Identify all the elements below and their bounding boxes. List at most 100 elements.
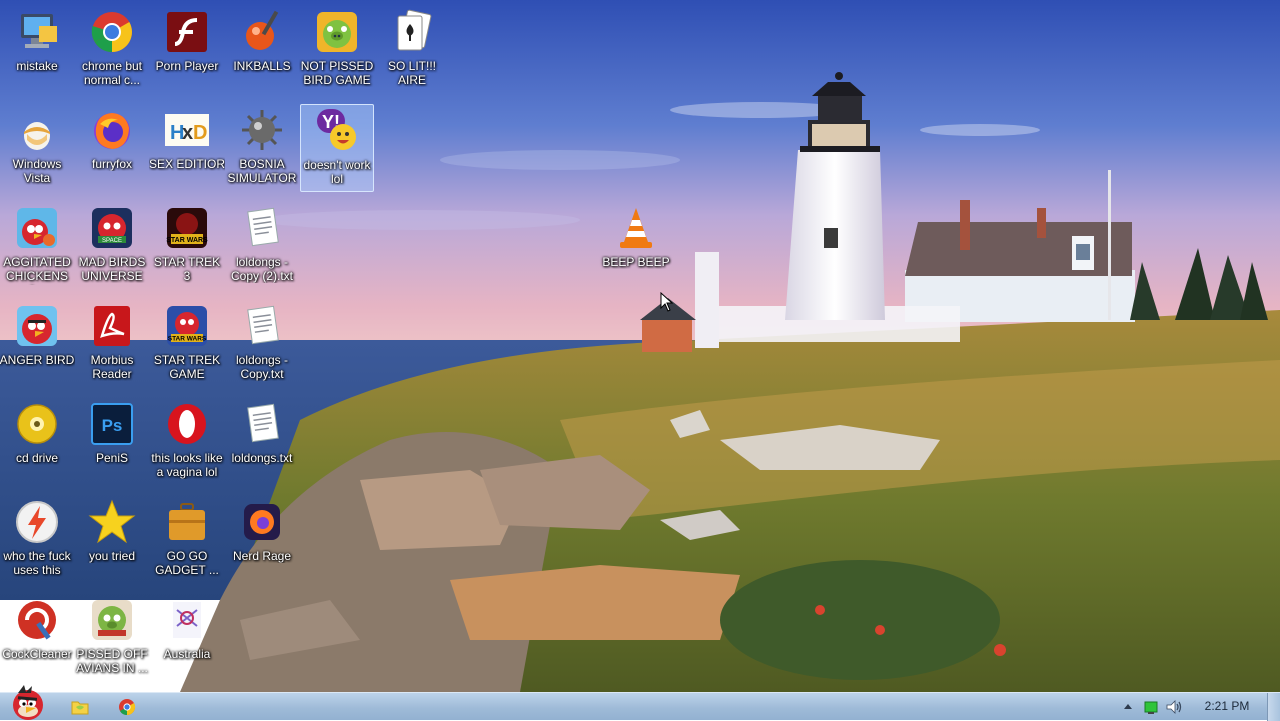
- desktop-icon-doesnt-work-lol[interactable]: Y! doesn't work lol: [300, 104, 374, 192]
- volume-icon[interactable]: [1164, 697, 1184, 717]
- desktop-icon-label: Australia: [163, 647, 211, 661]
- desktop-icon-anger-bird[interactable]: ANGER BIRD: [0, 300, 74, 388]
- desktop-icon-label: loldongs.txt: [231, 451, 293, 465]
- desktop-icon-label: you tried: [88, 549, 136, 563]
- angry-bird-icon: [17, 306, 57, 346]
- desktop-icon-label: SO LIT!!! AIRE: [387, 59, 436, 87]
- taskbar: 2:21 PM: [0, 685, 1280, 721]
- text-file-icon: [247, 403, 279, 443]
- desktop-icon-label: GO GO GADGET ...: [155, 549, 219, 577]
- desktop-icon-label: BOSNIA SIMULATOR: [227, 157, 297, 185]
- desktop-icon-label: mistake: [16, 59, 58, 73]
- desktop-icon-go-go-gadget[interactable]: GO GO GADGET ...: [150, 496, 224, 584]
- taskbar-clock[interactable]: 2:21 PM: [1196, 699, 1258, 713]
- desktop-icon-label: SEX EDITIOR: [149, 157, 225, 171]
- angry-birds-space-icon: SPACE: [92, 208, 132, 248]
- firefox-dark-icon: [244, 504, 280, 540]
- svg-text:SPACE: SPACE: [102, 238, 122, 244]
- system-tray: 2:21 PM: [1120, 693, 1280, 721]
- desktop-icon-loldongs-copy-2[interactable]: loldongs - Copy (2).txt: [225, 202, 299, 290]
- chevron-up-icon[interactable]: [1122, 697, 1134, 717]
- briefcase-icon: [169, 503, 205, 540]
- text-file-icon: [247, 305, 279, 345]
- desktop-icon-nerd-rage[interactable]: Nerd Rage: [225, 496, 299, 584]
- desktop-icon-label: ANGER BIRD: [0, 353, 75, 367]
- desktop-icon-cd-drive[interactable]: cd drive: [0, 398, 74, 486]
- desktop-icon-label: PeniS: [95, 451, 129, 465]
- desktop-icon-aggitated-chickens[interactable]: AGGITATED CHICKENS I...: [0, 202, 74, 290]
- desktop-icon-penis[interactable]: Ps PeniS: [75, 398, 149, 486]
- desktop-icon-label: Nerd Rage: [232, 549, 292, 563]
- winamp-bolt-icon: [16, 501, 58, 543]
- mouse-cursor-icon: [660, 292, 674, 312]
- angry-birds-seasons-icon: [92, 600, 132, 640]
- desktop-icon-pissed-off-avians[interactable]: PISSED OFF AVIANS IN ...: [75, 594, 149, 682]
- svg-text:x: x: [182, 122, 193, 144]
- computer-icon: [21, 14, 57, 48]
- taskbar-chrome-button[interactable]: [115, 696, 139, 718]
- desktop-icon-label: doesn't work lol: [303, 158, 371, 186]
- desktop-icon-label: furryfox: [91, 157, 132, 171]
- flash-player-icon: [167, 12, 207, 52]
- desktop-icon-label: loldongs - Copy.txt: [235, 353, 289, 381]
- network-icon[interactable]: [1142, 697, 1160, 717]
- cd-drive-icon: [17, 404, 57, 444]
- green-pig-icon: [317, 12, 357, 52]
- desktop-icon-morbius-reader[interactable]: Morbius Reader: [75, 300, 149, 388]
- desktop-icon-so-lit-aire[interactable]: SO LIT!!! AIRE: [375, 6, 449, 94]
- desktop-icon-label: cd drive: [15, 451, 59, 465]
- desktop-icon-you-tried[interactable]: you tried: [75, 496, 149, 584]
- desktop-icon-label: CockCleaner: [2, 647, 72, 661]
- desktop-icon-label: PISSED OFF AVIANS IN ...: [76, 647, 148, 675]
- desktop-icon-inkballs[interactable]: INKBALLS: [225, 6, 299, 94]
- angry-bird-icon: [17, 208, 57, 248]
- desktop-icon-loldongs[interactable]: loldongs.txt: [225, 398, 299, 486]
- desktop-icon-label: Morbius Reader: [90, 353, 134, 381]
- desktop-icon-label: chrome but normal c...: [81, 59, 143, 87]
- flag-icon: [173, 602, 201, 638]
- desktop-icon-mistake[interactable]: mistake: [0, 6, 74, 94]
- chrome-icon: [91, 12, 132, 52]
- desktop-icon-windows-vista[interactable]: Windows Vista: [0, 104, 74, 192]
- start-button[interactable]: [4, 683, 50, 721]
- desktop-icon-not-pissed-bird-game[interactable]: NOT PISSED BIRD GAME: [300, 6, 374, 94]
- angry-bird-start-icon: [13, 685, 43, 720]
- vlc-cone-icon: [620, 208, 652, 248]
- desktop-icon-australia[interactable]: Australia: [150, 594, 224, 682]
- show-desktop-button[interactable]: [1267, 693, 1280, 721]
- desktop-icon-chrome[interactable]: chrome but normal c...: [75, 6, 149, 94]
- desktop-icon-label: Porn Player: [155, 59, 219, 73]
- folder-icon: [71, 701, 89, 715]
- desktop-icon-bosnia-simulator[interactable]: BOSNIA SIMULATOR: [225, 104, 299, 192]
- egg-icon: [24, 122, 50, 150]
- star-icon: [88, 499, 136, 544]
- desktop-icon-label: loldongs - Copy (2).txt: [230, 255, 293, 283]
- desktop-icon-label: this looks like a vagina lol: [151, 451, 223, 479]
- text-file-icon: [247, 207, 279, 247]
- mine-icon: [242, 110, 282, 150]
- opera-icon: [168, 404, 206, 444]
- desktop-icon-label: AGGITATED CHICKENS I...: [3, 255, 71, 285]
- desktop-icon-label: Windows Vista: [12, 157, 62, 185]
- desktop-icon-furryfox[interactable]: furryfox: [75, 104, 149, 192]
- desktop-icon-label: MAD BIRDS UNIVERSE: [78, 255, 146, 283]
- desktop-icon-label: who the fuck uses this: [3, 549, 71, 577]
- photoshop-icon: Ps: [91, 403, 133, 445]
- desktop-icon-who-uses-this[interactable]: who the fuck uses this: [0, 496, 74, 584]
- firefox-icon: [94, 113, 130, 149]
- desktop-icon-cockcleaner[interactable]: CockCleaner: [0, 594, 74, 682]
- desktop-icon-beep-beep[interactable]: BEEP BEEP: [599, 202, 673, 290]
- chrome-icon: [119, 699, 136, 716]
- desktop-icon-label: STAR TREK GAME: [153, 353, 221, 381]
- desktop-icon-sex-editior[interactable]: H x D SEX EDITIOR: [149, 104, 225, 192]
- svg-text:STAR WARS: STAR WARS: [168, 336, 207, 343]
- desktop-icon-loldongs-copy[interactable]: loldongs - Copy.txt: [225, 300, 299, 388]
- taskbar-explorer-button[interactable]: [68, 696, 92, 718]
- svg-text:D: D: [193, 122, 207, 144]
- desktop-icon-star-trek-3[interactable]: STAR WARS STAR TREK 3: [150, 202, 224, 290]
- desktop-icon-opera[interactable]: this looks like a vagina lol: [150, 398, 224, 486]
- desktop-icon-mad-birds-universe[interactable]: SPACE MAD BIRDS UNIVERSE: [75, 202, 149, 290]
- desktop-icon-star-trek-game[interactable]: STAR WARS STAR TREK GAME: [150, 300, 224, 388]
- desktop-icon-porn-player[interactable]: Porn Player: [150, 6, 224, 94]
- inkball-icon: [246, 10, 279, 50]
